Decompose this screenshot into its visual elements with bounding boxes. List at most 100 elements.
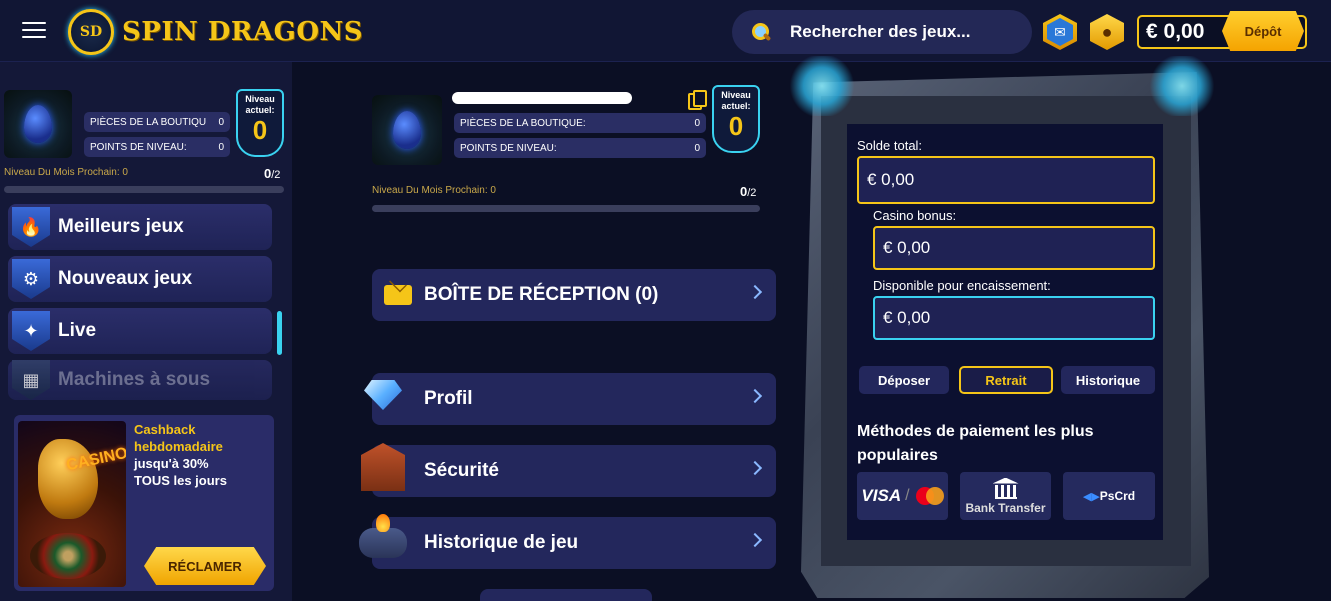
tab-withdraw[interactable]: Retrait (959, 366, 1053, 394)
total-balance-label: Solde total: (857, 138, 923, 153)
menu-game-history[interactable]: Historique de jeu (372, 517, 776, 569)
egg-icon (24, 105, 52, 143)
live-dealer-icon: ✦ (12, 311, 50, 351)
search-bar[interactable] (732, 10, 1032, 54)
level-points-stat: POINTS DE NIVEAU: 0 (84, 137, 230, 157)
dragon-egg-avatar (4, 90, 72, 158)
flame-wisp-right (1147, 56, 1217, 116)
casino-bonus-label: Casino bonus: (873, 208, 957, 223)
chevron-right-icon (747, 532, 763, 548)
cannon-icon: ⚙ (12, 259, 50, 299)
stat-label: POINTS DE NIVEAU: (90, 141, 187, 153)
promo-body-line1: jusqu'à 30% (134, 456, 209, 471)
nav-label: Nouveaux jeux (58, 268, 193, 289)
nav-label: Meilleurs jeux (58, 216, 184, 237)
withdrawable-field: € 0,00 (873, 296, 1155, 340)
menu-security[interactable]: Sécurité (372, 445, 776, 497)
deposit-button[interactable]: Dépôt (1222, 11, 1304, 51)
payment-bank-transfer[interactable]: Bank Transfer (960, 472, 1051, 520)
casino-bonus-field: € 0,00 (873, 226, 1155, 270)
profile-level-progress-bar (372, 205, 760, 212)
profile-level-points-stat: POINTS DE NIVEAU: 0 (454, 138, 706, 158)
gamepad-icon (356, 514, 410, 570)
chevron-right-icon (747, 284, 763, 300)
user-icon: ● (1090, 14, 1124, 50)
stat-label: POINTS DE NIVEAU: (460, 142, 557, 154)
level-badge-label: Niveau actuel: (245, 94, 275, 115)
shop-coins-stat: PIÈCES DE LA BOUTIQU 0 (84, 112, 230, 132)
bank-transfer-label: Bank Transfer (965, 500, 1046, 515)
tab-history[interactable]: Historique (1061, 366, 1155, 394)
level-badge-label: Niveau actuel: (721, 90, 751, 111)
copy-icon[interactable] (688, 90, 707, 110)
egg-icon (393, 111, 421, 149)
balance-value: € 0,00 (1146, 20, 1205, 43)
house-icon (356, 440, 410, 494)
envelope-icon: ✉ (1047, 18, 1073, 46)
nav-item-best-games[interactable]: 🔥 Meilleurs jeux (8, 204, 272, 250)
divider: / (905, 487, 910, 504)
profile-next-level-count: 0/2 (740, 184, 757, 199)
nav-item-new-games[interactable]: ⚙ Nouveaux jeux (8, 256, 272, 302)
menu-label: Sécurité (424, 460, 499, 481)
stat-label: PIÈCES DE LA BOUTIQU (90, 116, 207, 128)
profile-avatar (372, 95, 442, 165)
promo-title-line2: hebdomadaire (134, 439, 223, 454)
claim-button[interactable]: RÉCLAMER (144, 547, 266, 585)
nav-item-slots[interactable]: ▦ Machines à sous (8, 360, 272, 400)
account-button[interactable]: ● (1089, 13, 1125, 51)
stat-value: 0 (218, 116, 224, 128)
chevron-right-icon (747, 460, 763, 476)
payment-visa-mastercard[interactable]: VISA / (857, 472, 948, 520)
promo-title-line1: Cashback (134, 422, 196, 437)
logo-text: SPIN DRAGONS (122, 17, 364, 47)
level-badge: Niveau actuel: 0 (236, 89, 284, 157)
pscard-logo: ◀▶PsCrd (1082, 489, 1136, 503)
dragon-icon (38, 439, 98, 519)
menu-profile[interactable]: Profil (372, 373, 776, 425)
promo-text: Cashback hebdomadaire jusqu'à 30% TOUS l… (134, 421, 270, 489)
stat-label: PIÈCES DE LA BOUTIQUE: (460, 117, 586, 129)
menu-label: BOÎTE DE RÉCEPTION (0) (424, 284, 659, 305)
profile-next-level-label: Niveau Du Mois Prochain: 0 (372, 185, 496, 196)
top-header: SD SPIN DRAGONS ✉ ● € 0,00 Dépôt (0, 0, 1331, 62)
sidebar-scrollbar[interactable] (277, 311, 282, 355)
mastercard-icon (915, 487, 944, 505)
promo-body-line2: TOUS les jours (134, 473, 227, 488)
fire-icon: 🔥 (12, 207, 50, 247)
total-balance-field: € 0,00 (857, 156, 1155, 204)
envelope-icon (384, 285, 412, 305)
tab-deposit[interactable]: Déposer (859, 366, 949, 394)
diamond-icon (356, 368, 410, 422)
nav-label: Live (58, 320, 97, 341)
level-progress-bar (4, 186, 284, 193)
payment-pscard[interactable]: ◀▶PsCrd (1063, 472, 1155, 520)
search-icon (750, 21, 772, 43)
menu-inbox[interactable]: BOÎTE DE RÉCEPTION (0) (372, 269, 776, 321)
flame-wisp-left (787, 56, 857, 116)
stat-value: 0 (694, 117, 700, 129)
payment-methods-title: Méthodes de paiement les plus populaires (857, 423, 1094, 464)
profile-shop-coins-stat: PIÈCES DE LA BOUTIQUE: 0 (454, 113, 706, 133)
slot-machine-icon: ▦ (12, 360, 50, 400)
bank-icon (993, 478, 1019, 499)
username-redacted (452, 92, 632, 104)
next-level-label: Niveau Du Mois Prochain: 0 (4, 167, 128, 178)
menu-label: Historique de jeu (424, 532, 579, 553)
flame-icon (376, 514, 390, 532)
next-level-count: 0/2 (264, 166, 281, 181)
search-input[interactable] (790, 22, 1020, 42)
hamburger-menu-icon[interactable] (22, 22, 46, 40)
nav-item-live[interactable]: ✦ Live (8, 308, 272, 354)
roulette-icon (30, 533, 106, 579)
spin-dragons-logo[interactable]: SD SPIN DRAGONS (68, 9, 363, 55)
level-badge-value: 0 (252, 115, 268, 145)
profile-level-badge: Niveau actuel: 0 (712, 85, 760, 153)
stat-value: 0 (218, 141, 224, 153)
dragon-casino-image: CASINO (18, 421, 126, 587)
visa-logo: VISA (861, 486, 902, 505)
messages-button[interactable]: ✉ (1042, 13, 1078, 51)
partial-button[interactable] (480, 589, 652, 601)
stat-value: 0 (694, 142, 700, 154)
cashback-promo-card[interactable]: CASINO Cashback hebdomadaire jusqu'à 30%… (14, 415, 274, 591)
